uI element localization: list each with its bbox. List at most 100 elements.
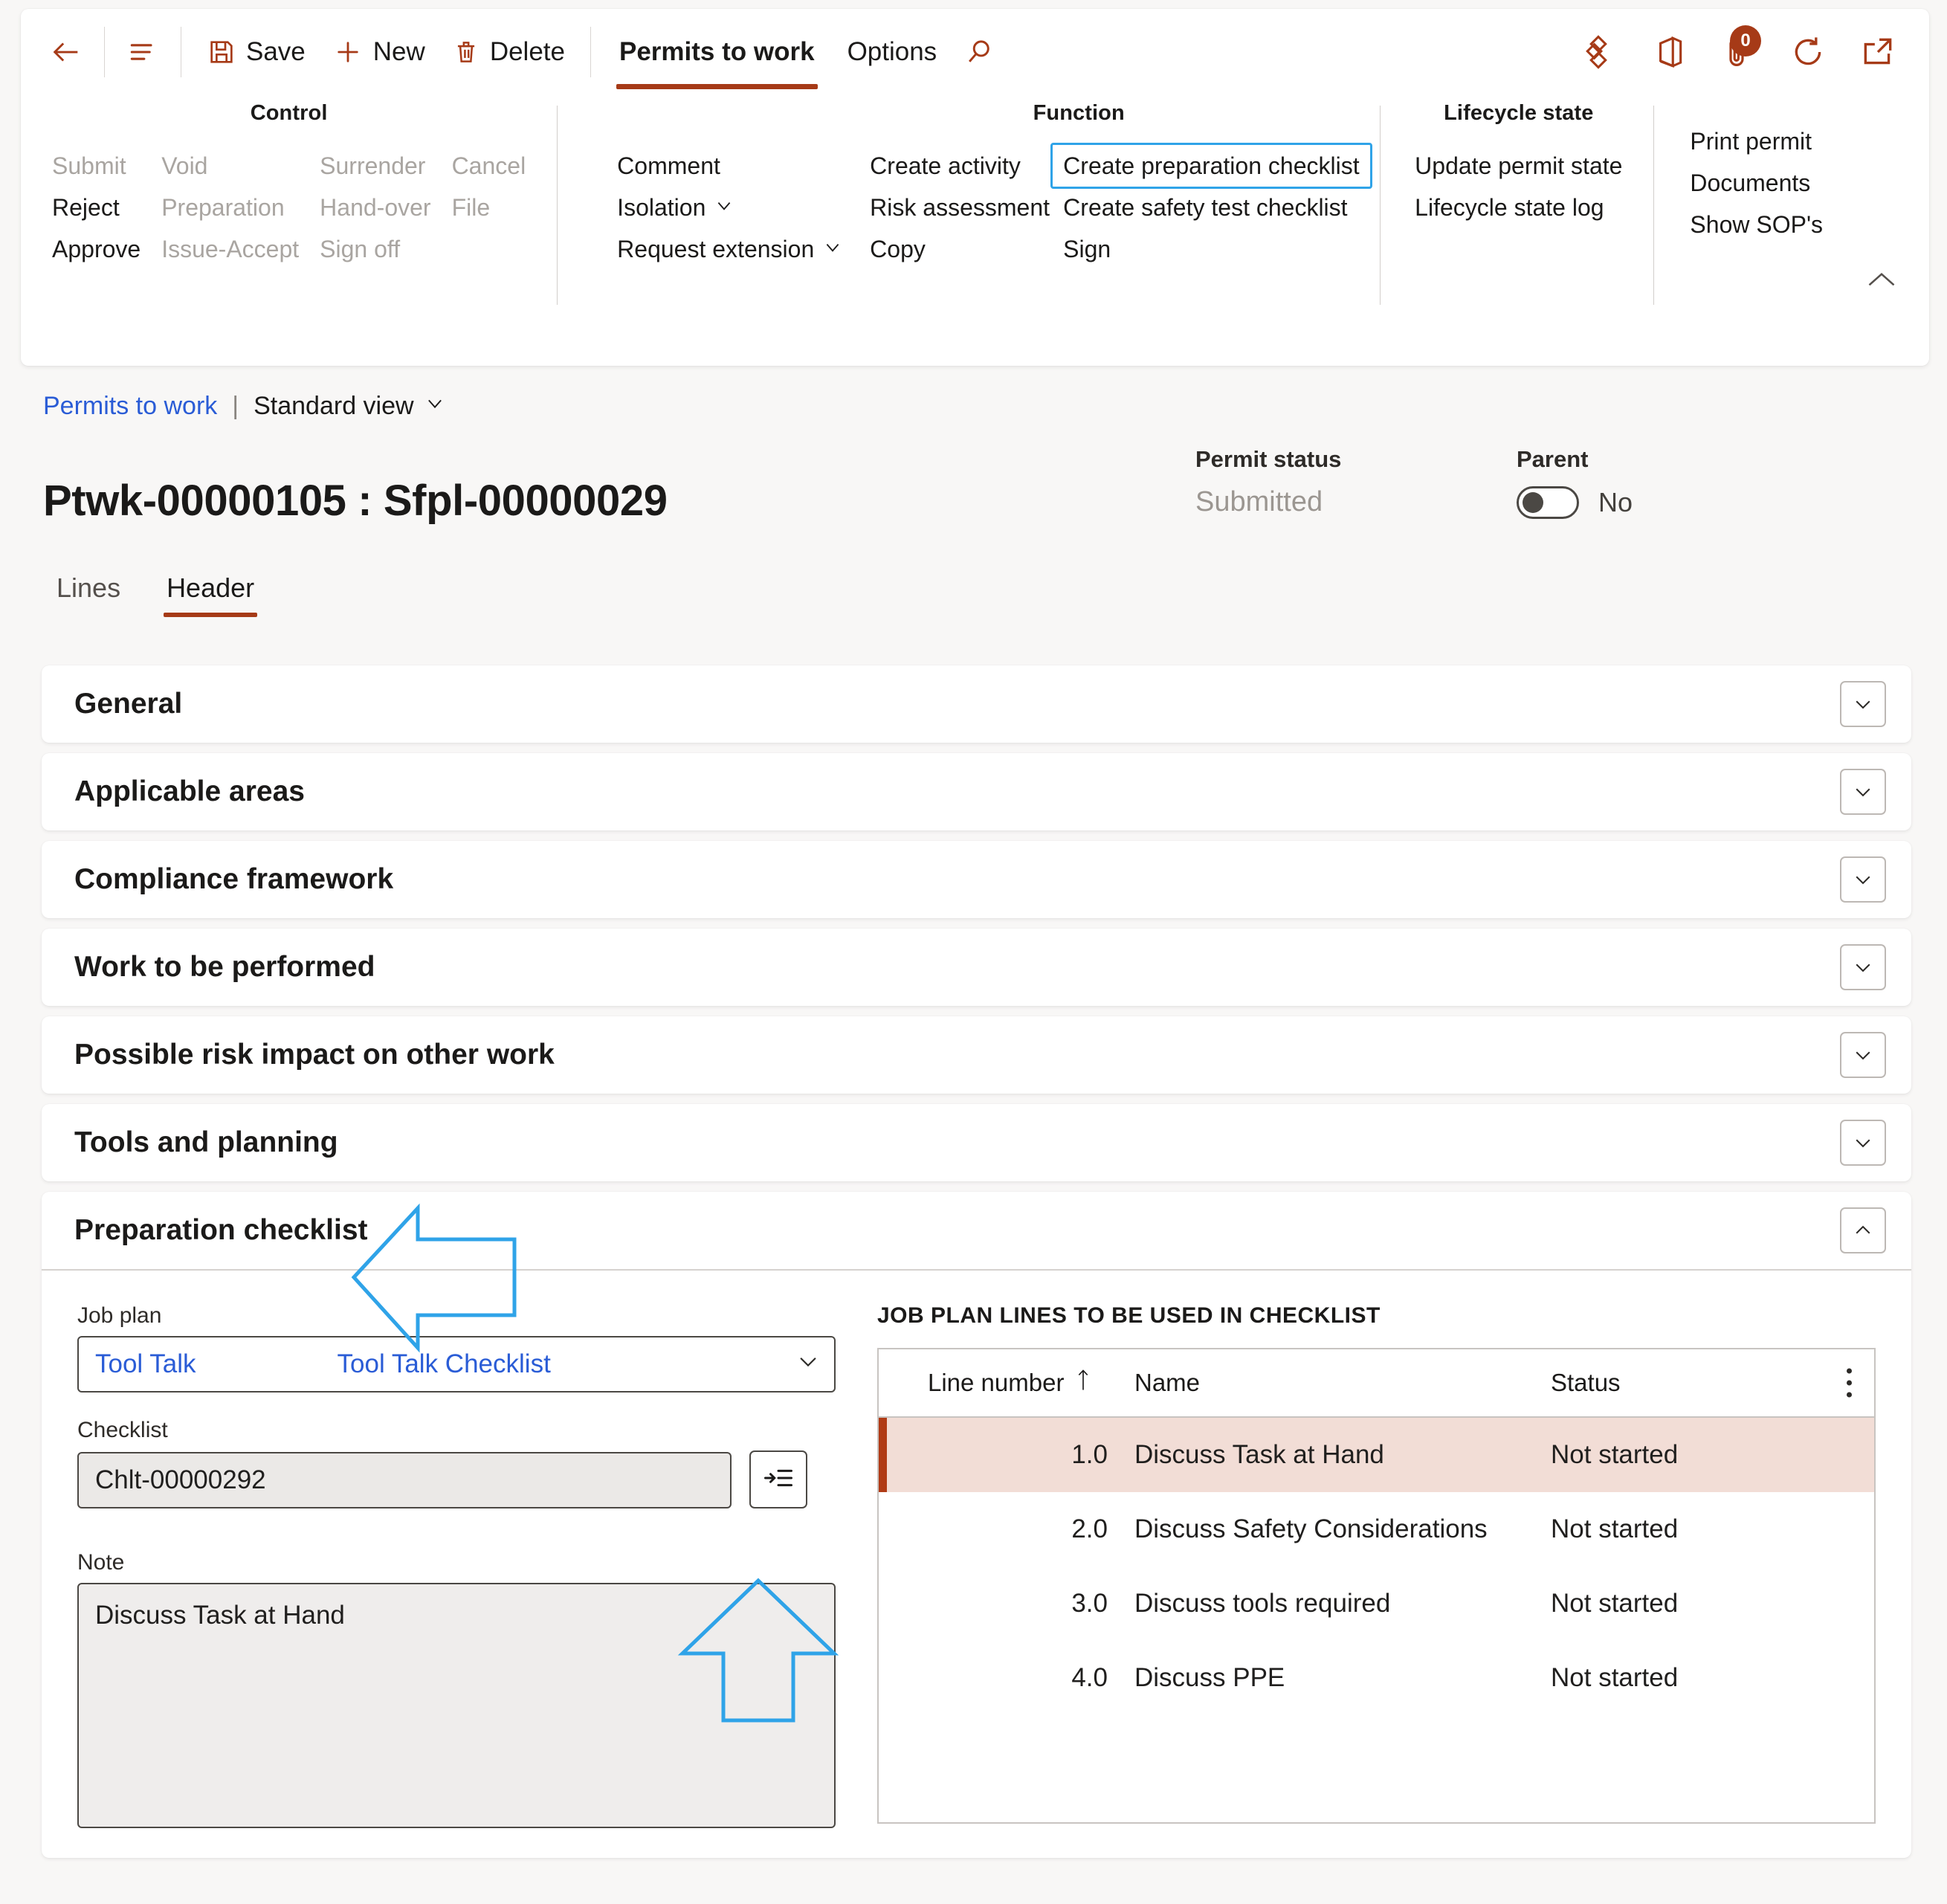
ribbon-item-sign-off[interactable]: Sign off <box>309 228 441 270</box>
ribbon-item-void[interactable]: Void <box>151 145 309 187</box>
ribbon-item-copy[interactable]: Copy <box>859 228 1053 270</box>
delete-label: Delete <box>489 37 565 66</box>
column-header-name[interactable]: Name <box>1134 1369 1551 1397</box>
ribbon-item-risk-assessment[interactable]: Risk assessment <box>859 187 1053 228</box>
ribbon-item-isolation[interactable]: Isolation <box>607 187 859 228</box>
ribbon-item-surrender[interactable]: Surrender <box>309 145 441 187</box>
search-icon[interactable] <box>953 26 1005 78</box>
ribbon-item-hand-over[interactable]: Hand-over <box>309 187 441 228</box>
ribbon-item-lifecycle-state-log-label: Lifecycle state log <box>1415 194 1604 221</box>
show-list-icon[interactable] <box>117 26 169 78</box>
breadcrumb-separator: | <box>232 392 239 420</box>
ribbon-item-create-activity[interactable]: Create activity <box>859 145 1053 187</box>
table-row[interactable]: 2.0 Discuss Safety Considerations Not st… <box>879 1492 1874 1566</box>
new-button[interactable]: New <box>319 25 439 79</box>
permit-status-label: Permit status <box>1195 446 1342 472</box>
view-selector[interactable]: Standard view <box>254 392 445 421</box>
power-apps-icon[interactable] <box>1577 30 1620 74</box>
ribbon-group-function-title: Function <box>1033 101 1125 125</box>
ribbon-item-hand-over-label: Hand-over <box>320 194 431 221</box>
ribbon-item-cancel-label: Cancel <box>451 152 526 179</box>
ribbon-item-preparation[interactable]: Preparation <box>151 187 309 228</box>
parent-toggle-value: No <box>1598 487 1633 517</box>
section-preparation-checklist: Preparation checklist Job plan Tool Talk… <box>42 1192 1911 1858</box>
table-row[interactable]: 1.0 Discuss Task at Hand Not started <box>879 1418 1874 1492</box>
ribbon-item-request-extension[interactable]: Request extension <box>607 228 859 270</box>
cell-name: Discuss PPE <box>1134 1663 1285 1692</box>
ribbon-item-lifecycle-state-log[interactable]: Lifecycle state log <box>1404 187 1633 228</box>
grid-options-icon[interactable] <box>1847 1368 1852 1398</box>
ribbon-item-create-safety-test-checklist[interactable]: Create safety test checklist <box>1053 187 1372 228</box>
section-preparation-checklist-collapse-icon[interactable] <box>1840 1207 1886 1253</box>
open-in-new-window-icon[interactable] <box>1856 30 1899 74</box>
section-general-header[interactable]: General <box>42 665 1911 743</box>
delete-button[interactable]: Delete <box>439 25 578 79</box>
ribbon-item-update-permit-state[interactable]: Update permit state <box>1404 145 1633 187</box>
ribbon-item-request-extension-label: Request extension <box>617 236 815 262</box>
ribbon-item-file-label: File <box>451 194 491 221</box>
cell-status: Not started <box>1551 1663 1679 1692</box>
ribbon-item-update-permit-state-label: Update permit state <box>1415 152 1623 179</box>
attachments-count-badge: 0 <box>1730 25 1761 57</box>
note-textarea[interactable]: Discuss Task at Hand <box>77 1583 836 1828</box>
cell-status: Not started <box>1551 1440 1679 1469</box>
ribbon-item-create-preparation-checklist[interactable]: Create preparation checklist <box>1050 143 1373 189</box>
ribbon-item-documents[interactable]: Documents <box>1679 162 1833 204</box>
section-applicable-areas-header[interactable]: Applicable areas <box>42 753 1911 830</box>
section-general-title: General <box>74 688 183 720</box>
table-row[interactable]: 3.0 Discuss tools required Not started <box>879 1566 1874 1641</box>
ribbon-item-sign-off-label: Sign off <box>320 236 401 262</box>
ribbon-item-show-sops[interactable]: Show SOP's <box>1679 204 1833 245</box>
section-general-expand-icon[interactable] <box>1840 681 1886 727</box>
column-header-line-number[interactable]: Line number <box>897 1369 1134 1397</box>
ribbon-item-print-permit[interactable]: Print permit <box>1679 120 1833 162</box>
form-tabs: Lines Header <box>43 565 268 619</box>
section-possible-risk-impact-header[interactable]: Possible risk impact on other work <box>42 1016 1911 1094</box>
tab-options[interactable]: Options <box>831 25 954 80</box>
section-preparation-checklist-header[interactable]: Preparation checklist <box>42 1192 1911 1269</box>
plus-icon <box>332 36 364 68</box>
table-row[interactable]: 4.0 Discuss PPE Not started <box>879 1641 1874 1715</box>
refresh-icon[interactable] <box>1786 30 1830 74</box>
ribbon-item-issue-accept[interactable]: Issue-Accept <box>151 228 309 270</box>
tab-permits-to-work[interactable]: Permits to work <box>603 25 831 89</box>
attachments-icon[interactable]: 0 <box>1717 25 1761 74</box>
ribbon-group-control: Control Submit Reject Approve Void Prepa… <box>21 101 557 318</box>
section-compliance-framework-expand-icon[interactable] <box>1840 856 1886 903</box>
column-header-status[interactable]: Status <box>1551 1369 1863 1397</box>
tab-permits-to-work-label: Permits to work <box>619 37 815 66</box>
section-possible-risk-impact-expand-icon[interactable] <box>1840 1032 1886 1078</box>
save-button[interactable]: Save <box>193 25 319 79</box>
section-applicable-areas-expand-icon[interactable] <box>1840 769 1886 815</box>
tab-options-label: Options <box>847 37 937 66</box>
ribbon-item-approve[interactable]: Approve <box>42 228 151 270</box>
tab-header[interactable]: Header <box>153 565 268 619</box>
tab-lines[interactable]: Lines <box>43 565 134 619</box>
ribbon-item-file[interactable]: File <box>442 187 537 228</box>
checklist-value-field[interactable]: Chlt-00000292 <box>77 1452 732 1508</box>
ribbon-item-sign[interactable]: Sign <box>1053 228 1372 270</box>
job-plan-combobox[interactable]: Tool Talk Tool Talk Checklist <box>77 1336 836 1392</box>
section-preparation-checklist-title: Preparation checklist <box>74 1214 368 1246</box>
section-work-to-be-performed-expand-icon[interactable] <box>1840 944 1886 990</box>
chevron-down-icon <box>823 228 842 270</box>
chevron-down-icon <box>714 187 734 228</box>
ribbon-item-reject[interactable]: Reject <box>42 187 151 228</box>
section-compliance-framework-header[interactable]: Compliance framework <box>42 841 1911 918</box>
ribbon-item-comment[interactable]: Comment <box>607 145 859 187</box>
parent-toggle[interactable] <box>1517 486 1579 519</box>
new-label: New <box>372 37 425 66</box>
breadcrumb-root-link[interactable]: Permits to work <box>43 392 217 421</box>
ribbon-item-submit[interactable]: Submit <box>42 145 151 187</box>
collapse-ribbon-icon[interactable] <box>1859 262 1904 297</box>
ribbon-item-cancel[interactable]: Cancel <box>442 145 537 187</box>
back-icon[interactable] <box>40 26 92 78</box>
section-possible-risk-impact-title: Possible risk impact on other work <box>74 1039 555 1071</box>
section-work-to-be-performed-header[interactable]: Work to be performed <box>42 929 1911 1006</box>
preparation-checklist-form: Job plan Tool Talk Tool Talk Checklist C… <box>77 1303 836 1828</box>
section-tools-and-planning-expand-icon[interactable] <box>1840 1120 1886 1166</box>
permit-status-value: Submitted <box>1195 486 1323 517</box>
office-apps-icon[interactable] <box>1647 30 1690 74</box>
section-tools-and-planning-header[interactable]: Tools and planning <box>42 1104 1911 1181</box>
open-checklist-button[interactable] <box>749 1450 807 1508</box>
